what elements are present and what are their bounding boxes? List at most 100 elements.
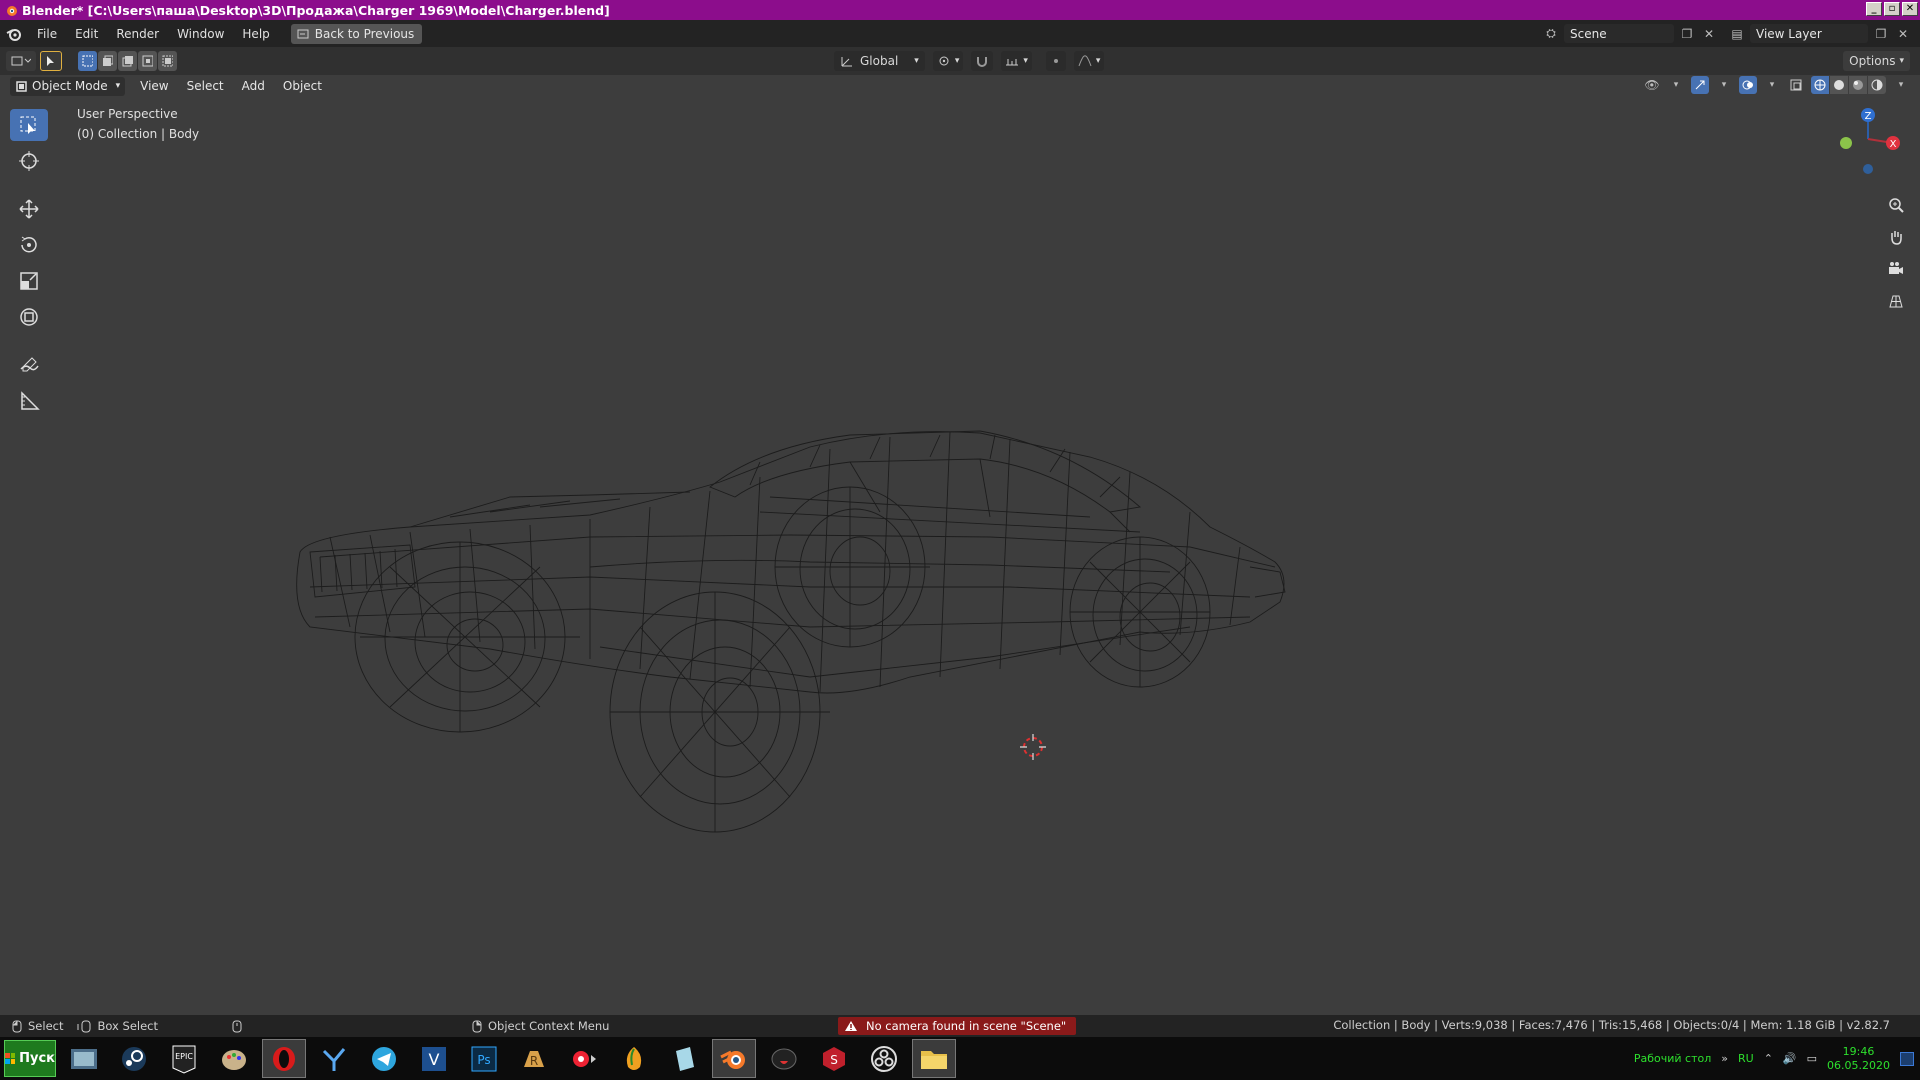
measure-tool[interactable] (10, 385, 48, 417)
header-menu-add[interactable]: Add (233, 79, 274, 93)
back-to-previous-button[interactable]: Back to Previous (290, 23, 423, 44)
chevron-down-icon[interactable]: ▾ (1892, 76, 1910, 94)
visibility-eye-icon[interactable]: 👁 (1643, 76, 1661, 94)
shading-solid-icon[interactable] (1830, 76, 1848, 94)
scale-tool[interactable] (10, 265, 48, 297)
editor-type-dropdown[interactable] (6, 51, 36, 71)
volume-icon[interactable]: 🔊 (1783, 1052, 1797, 1065)
scene-name-field[interactable]: Scene (1564, 24, 1674, 43)
menu-window[interactable]: Window (168, 27, 233, 41)
shading-wireframe-icon[interactable] (1811, 76, 1829, 94)
minimize-button[interactable]: _ (1866, 2, 1882, 16)
clock[interactable]: 19:46 06.05.2020 (1827, 1045, 1890, 1073)
gizmo-toggle-icon[interactable] (1691, 76, 1709, 94)
language-indicator[interactable]: RU (1738, 1052, 1754, 1065)
transform-orientation-value: Global (860, 54, 899, 68)
new-scene-icon[interactable]: ❐ (1678, 25, 1696, 43)
snap-toggle[interactable] (971, 51, 994, 71)
photoshop-icon[interactable]: Ps (462, 1039, 506, 1078)
fl-studio-icon[interactable] (612, 1039, 656, 1078)
navigation-gizmo[interactable]: Z X (1834, 105, 1914, 185)
header-menu-select[interactable]: Select (178, 79, 233, 93)
gizmo-y-axis[interactable] (1840, 137, 1852, 149)
falloff-dropdown[interactable]: ▾ (1073, 51, 1105, 71)
zoom-icon[interactable] (1880, 193, 1912, 217)
blender-icon[interactable] (712, 1039, 756, 1078)
desktop-label[interactable]: Рабочий стол (1634, 1052, 1711, 1065)
steam-icon[interactable] (112, 1039, 156, 1078)
media-icon[interactable] (562, 1039, 606, 1078)
annotate-tool[interactable] (10, 349, 48, 381)
telegram-icon[interactable] (362, 1039, 406, 1078)
car-wireframe-model[interactable] (290, 387, 1500, 957)
shading-rendered-icon[interactable] (1868, 76, 1886, 94)
opera-icon[interactable] (262, 1039, 306, 1078)
header-menu-view[interactable]: View (131, 79, 177, 93)
network-icon[interactable]: ▭ (1807, 1052, 1817, 1065)
select-mode-subtract-button[interactable] (118, 51, 137, 71)
tool-select-button[interactable] (40, 51, 62, 71)
file-manager-icon[interactable] (62, 1039, 106, 1078)
yandex-icon[interactable] (312, 1039, 356, 1078)
transform-tool[interactable] (10, 301, 48, 333)
camera-view-icon[interactable] (1880, 257, 1912, 281)
menu-file[interactable]: File (28, 27, 66, 41)
mode-dropdown[interactable]: Object Mode ▾ (10, 76, 126, 96)
paint-icon[interactable] (212, 1039, 256, 1078)
status-box-select-label: Box Select (97, 1019, 158, 1033)
select-mode-invert-button[interactable] (138, 51, 157, 71)
notepad-icon[interactable] (662, 1039, 706, 1078)
rhino-icon[interactable]: R (512, 1039, 556, 1078)
app-icon[interactable] (762, 1039, 806, 1078)
cursor-tool[interactable] (10, 145, 48, 177)
pivot-point-dropdown[interactable]: ▾ (932, 51, 964, 71)
select-mode-extend-button[interactable] (98, 51, 117, 71)
select-mode-intersect-button[interactable] (158, 51, 177, 71)
chevron-down-icon[interactable]: ▾ (1715, 76, 1733, 94)
shading-material-icon[interactable] (1849, 76, 1867, 94)
epic-games-icon[interactable]: EPIC (162, 1039, 206, 1078)
chevron-down-icon[interactable]: ▾ (1667, 76, 1685, 94)
snap-target-dropdown[interactable]: ▾ (1001, 51, 1032, 71)
chevron-down-icon[interactable]: ▾ (1763, 76, 1781, 94)
ortho-grid-icon[interactable] (1880, 289, 1912, 313)
delete-view-layer-icon[interactable]: ✕ (1894, 25, 1912, 43)
options-dropdown[interactable]: Options ▾ (1843, 51, 1910, 71)
select-box-tool[interactable] (10, 109, 48, 141)
status-context-menu-label: Object Context Menu (488, 1019, 610, 1033)
select-mode-new-button[interactable] (78, 51, 97, 71)
tray-expand-icon[interactable]: ⌃ (1764, 1052, 1773, 1065)
folder-icon[interactable] (912, 1039, 956, 1078)
menu-render[interactable]: Render (107, 27, 168, 41)
maximize-button[interactable]: ▫ (1884, 2, 1900, 16)
move-tool[interactable] (10, 193, 48, 225)
pivot-icon (939, 56, 949, 66)
view-layer-browse-icon[interactable]: ▤ (1728, 25, 1746, 43)
vegas-icon[interactable]: V (412, 1039, 456, 1078)
rotate-tool[interactable] (10, 229, 48, 261)
overlays-toggle-icon[interactable] (1739, 76, 1757, 94)
delete-scene-icon[interactable]: ✕ (1700, 25, 1718, 43)
collection-label: (0) Collection | Body (77, 127, 200, 141)
camera-warning-badge[interactable]: No camera found in scene "Scene" (838, 1017, 1077, 1035)
xray-toggle-icon[interactable] (1787, 76, 1805, 94)
header-menu-object[interactable]: Object (274, 79, 331, 93)
close-button[interactable]: ✕ (1902, 2, 1918, 16)
scene-browse-icon[interactable]: ⛭ (1542, 25, 1560, 43)
view-layer-field[interactable]: View Layer (1750, 24, 1868, 43)
proportional-edit-toggle[interactable] (1045, 51, 1066, 71)
show-desktop-icon[interactable] (1900, 1051, 1914, 1066)
substance-icon[interactable]: S (812, 1039, 856, 1078)
obs-icon[interactable] (862, 1039, 906, 1078)
menu-help[interactable]: Help (233, 27, 278, 41)
new-view-layer-icon[interactable]: ❐ (1872, 25, 1890, 43)
gizmo-negative-z[interactable] (1863, 164, 1873, 174)
menu-edit[interactable]: Edit (66, 27, 107, 41)
pan-hand-icon[interactable] (1880, 225, 1912, 249)
3d-viewport[interactable]: User Perspective (0) Collection | Body Z… (0, 97, 1920, 1015)
transform-orientation-dropdown[interactable]: Global ▾ (834, 51, 925, 71)
start-button[interactable]: Пуск (4, 1040, 56, 1077)
blender-menu-icon[interactable] (0, 20, 28, 47)
chevron-up-icon[interactable]: » (1721, 1052, 1728, 1065)
move-arrows-icon (19, 199, 39, 219)
